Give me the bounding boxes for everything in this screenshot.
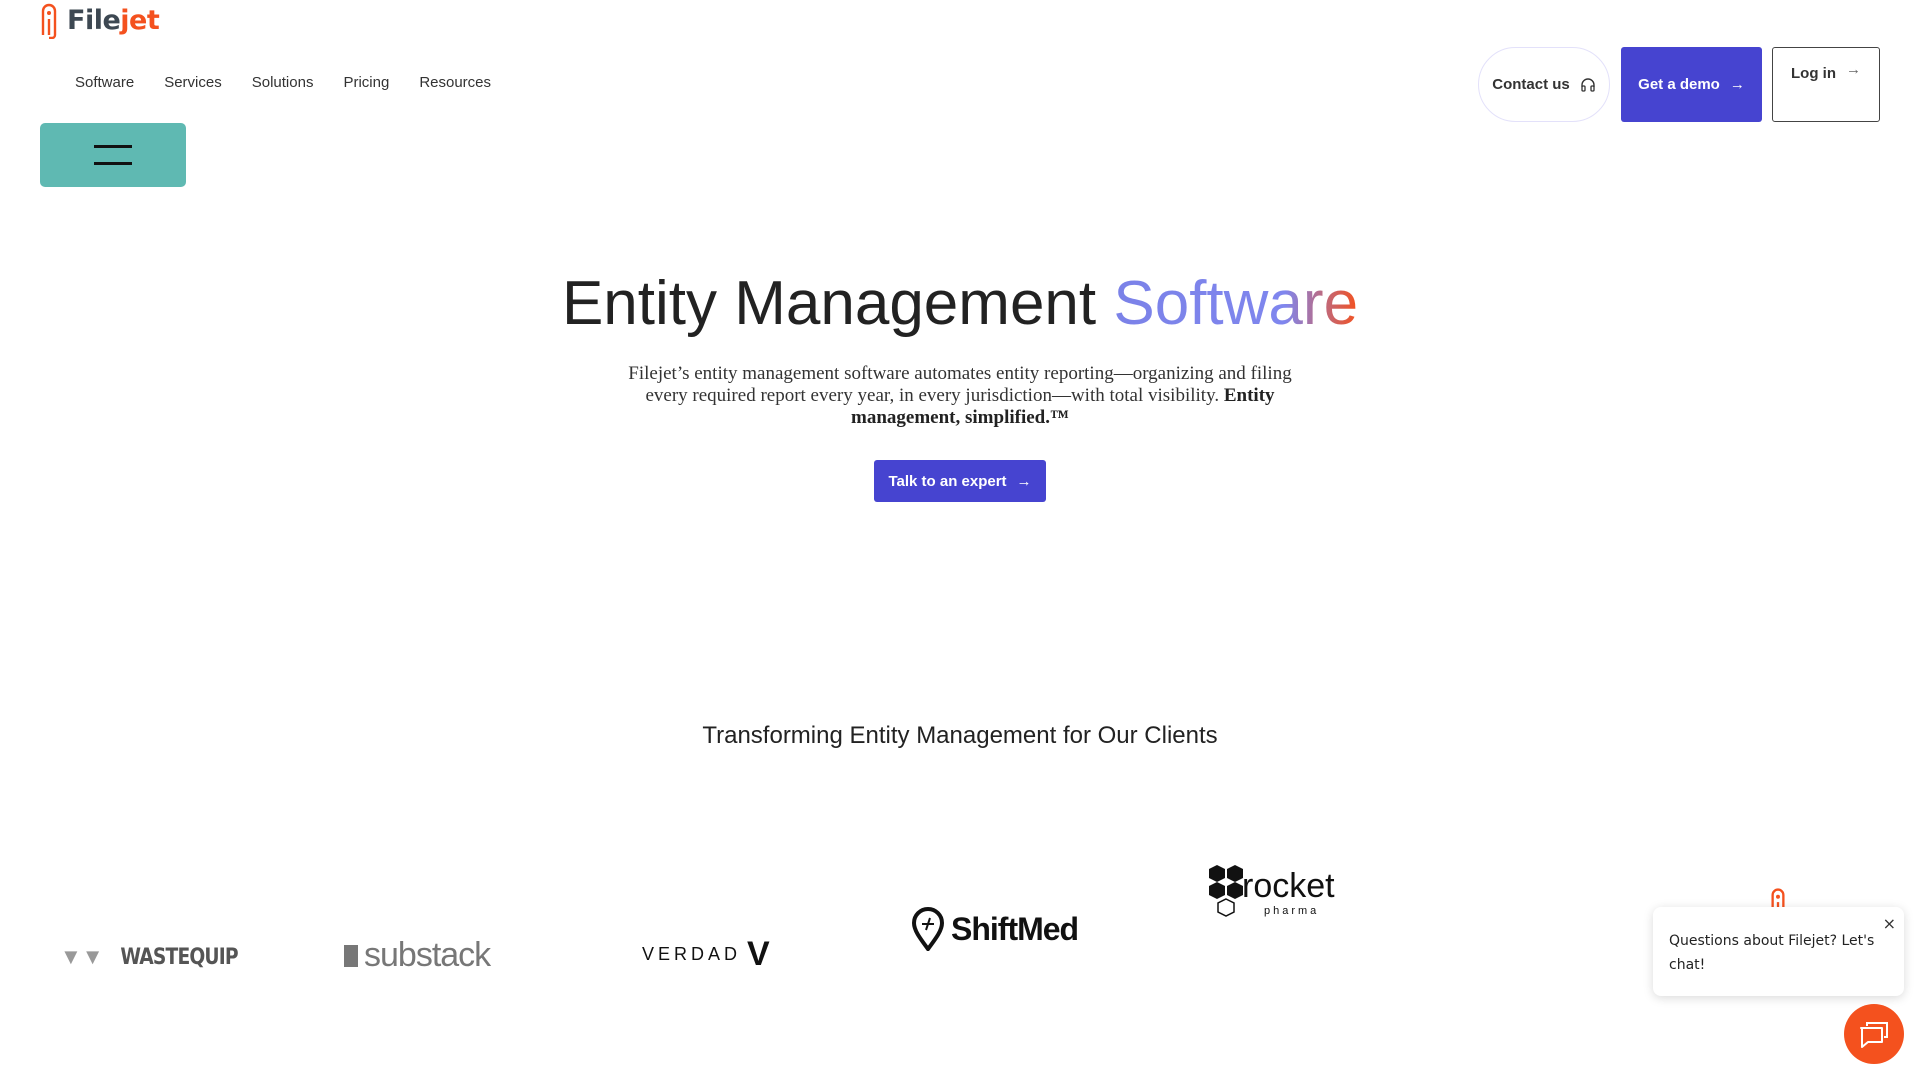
wastequip-mark-icon: ▼▼ — [60, 944, 104, 969]
talk-to-expert-label: Talk to an expert — [888, 472, 1007, 490]
chat-bubbles-icon — [1860, 1022, 1888, 1048]
nav-software[interactable]: Software — [75, 74, 134, 91]
substack-mark-icon — [344, 944, 358, 967]
hero-title: Entity Management Software — [561, 269, 1359, 338]
shiftmed-logo: ShiftMed — [911, 907, 1079, 951]
verdad-logo: VERDAD V — [642, 935, 770, 973]
chat-prompt-message: Questions about Filejet? Let's chat! — [1669, 933, 1875, 973]
get-a-demo-label: Get a demo — [1638, 76, 1720, 93]
headset-icon — [1581, 77, 1595, 92]
close-icon[interactable]: × — [1883, 912, 1896, 936]
location-pin-icon — [911, 907, 945, 951]
talk-to-expert-button[interactable]: Talk to an expert → — [874, 460, 1046, 502]
menu-toggle-button[interactable] — [40, 123, 186, 187]
nav-services[interactable]: Services — [164, 74, 222, 91]
open-chat-button[interactable] — [1844, 1004, 1904, 1064]
arrow-right-icon: → — [1016, 472, 1032, 490]
logo-text: Filejet — [67, 4, 160, 36]
wastequip-logo: ▼▼ WASTEQUIP — [60, 944, 238, 970]
log-in-label: Log in — [1791, 65, 1836, 82]
substack-logo: substack — [344, 936, 491, 975]
main-nav: Software Services Solutions Pricing Reso… — [75, 74, 491, 91]
log-in-button[interactable]: Log in → — [1772, 47, 1880, 122]
clients-heading: Transforming Entity Management for Our C… — [702, 722, 1218, 749]
arrow-right-icon: → — [1846, 61, 1861, 78]
filejet-logo[interactable]: Filejet — [39, 0, 160, 40]
verdad-v-icon: V — [747, 935, 770, 973]
contact-us-label: Contact us — [1492, 76, 1570, 93]
menu-icon-bar — [94, 162, 132, 165]
hero-title-highlight: Software — [1113, 269, 1359, 338]
nav-resources[interactable]: Resources — [419, 74, 491, 91]
contact-us-button[interactable]: Contact us — [1478, 47, 1610, 122]
chat-prompt-popup[interactable]: × Questions about Filejet? Let's chat! — [1653, 907, 1904, 996]
arrow-right-icon: → — [1729, 76, 1745, 93]
rocket-pharma-logo: rocket pharma — [1206, 863, 1346, 919]
nav-solutions[interactable]: Solutions — [252, 74, 314, 91]
paperclip-logo-icon — [41, 3, 57, 39]
get-a-demo-button[interactable]: Get a demo → — [1621, 47, 1762, 122]
menu-icon — [94, 145, 132, 148]
nav-pricing[interactable]: Pricing — [343, 74, 389, 91]
hero-description: Filejet’s entity management software aut… — [628, 363, 1292, 428]
